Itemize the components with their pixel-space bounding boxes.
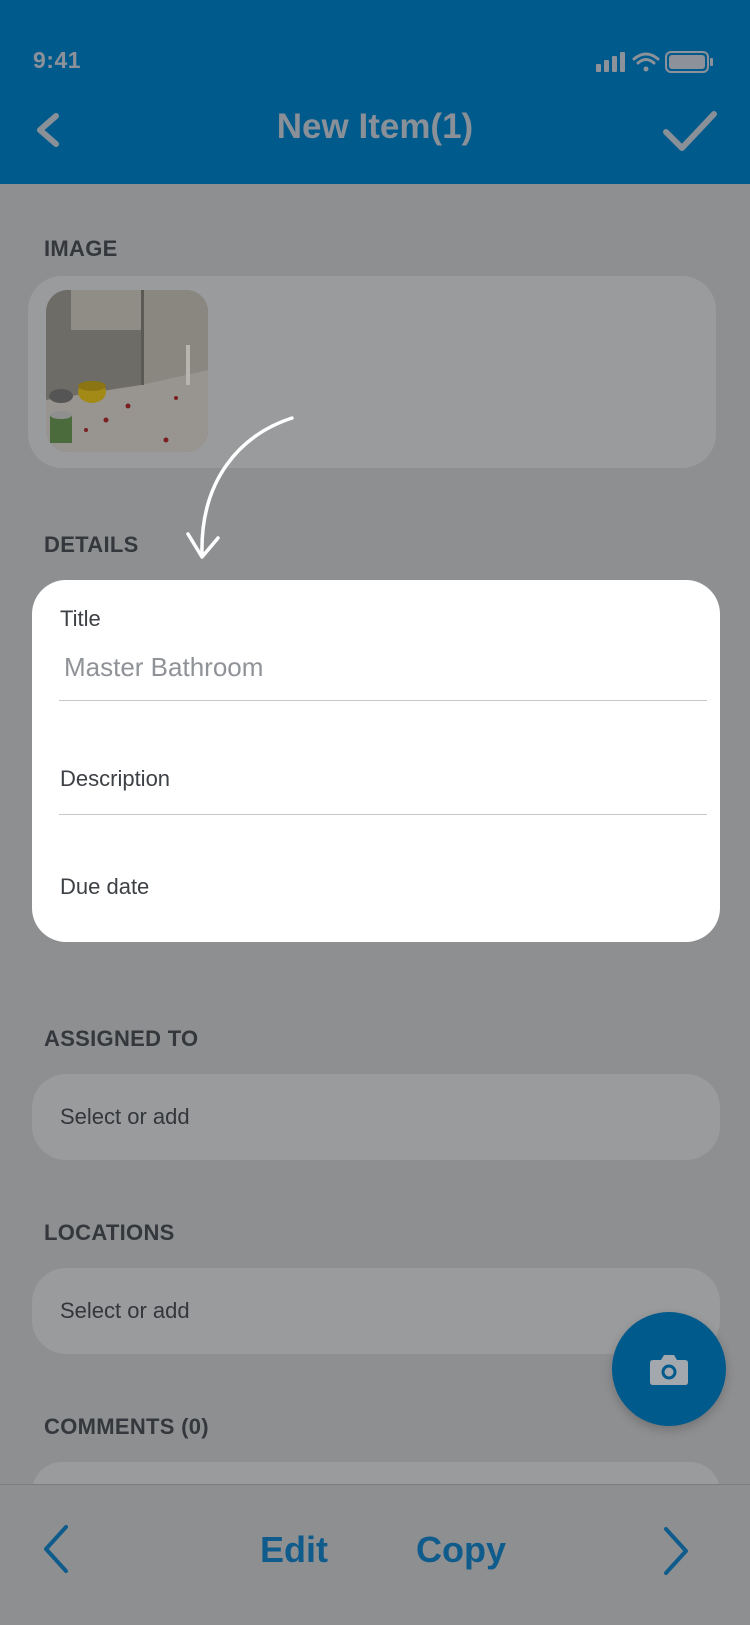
previous-button[interactable] [38,1521,78,1577]
battery-icon [665,51,713,73]
hint-arrow-icon [186,416,294,559]
details-section-label: DETAILS [44,532,139,557]
signal-icon [596,52,625,72]
check-icon [663,111,717,151]
description-field[interactable]: Description [60,766,170,792]
page-title: New Item(1) [276,107,474,146]
divider [59,814,707,815]
due-date-field[interactable]: Due date [60,874,149,900]
locations-placeholder: Select or add [60,1298,190,1323]
assigned-to-section-label: ASSIGNED TO [44,1026,199,1051]
details-card: Title Master Bathroom Description Due da… [32,580,720,942]
chevron-left-icon [44,1525,68,1573]
title-input[interactable]: Master Bathroom [64,652,263,683]
top-header: 9:41 New Item(1) [0,0,750,184]
assigned-to-placeholder: Select or add [60,1104,190,1129]
divider [59,700,707,701]
assigned-to-select[interactable]: Select or add [32,1074,720,1160]
bottom-toolbar: Edit Copy [0,1484,750,1625]
edit-button[interactable]: Edit [260,1529,328,1571]
camera-icon [650,1355,688,1385]
camera-button[interactable] [612,1312,726,1426]
status-icons [596,51,713,73]
locations-select[interactable]: Select or add [32,1268,720,1354]
comments-section-label: COMMENTS (0) [44,1414,209,1439]
next-button[interactable] [656,1523,696,1579]
title-field-label: Title [60,606,101,631]
wifi-icon [632,52,660,72]
image-section-label: IMAGE [44,236,118,261]
save-button[interactable] [660,106,720,156]
chevron-right-icon [664,1527,688,1575]
status-time: 9:41 [33,47,82,73]
copy-button[interactable]: Copy [416,1529,506,1571]
locations-section-label: LOCATIONS [44,1220,175,1245]
